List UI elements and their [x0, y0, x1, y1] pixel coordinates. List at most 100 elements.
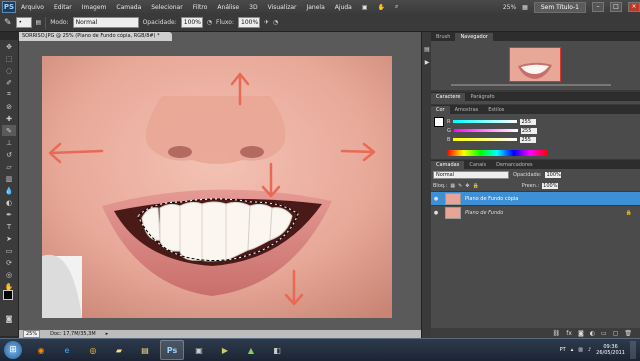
shape-tool-icon[interactable]: ▭: [2, 245, 16, 256]
blur-tool-icon[interactable]: 💧: [2, 185, 16, 196]
red-value[interactable]: 255: [520, 118, 537, 125]
lock-position-icon[interactable]: ✥: [465, 183, 469, 189]
blend-mode-select[interactable]: Normal: [433, 170, 509, 179]
workspace-switcher[interactable]: Sem Título-1: [533, 1, 586, 13]
color-spectrum-bar[interactable]: [447, 150, 547, 156]
3d-orbit-tool-icon[interactable]: ◎: [2, 269, 16, 280]
navigator-zoom-slider[interactable]: [451, 84, 611, 86]
brush-tool-icon[interactable]: ✎: [2, 125, 16, 136]
tab-navegador[interactable]: Navegador: [455, 33, 493, 41]
brush-tool-icon[interactable]: ✎: [4, 18, 12, 28]
tab-caractere[interactable]: Caractere: [431, 93, 466, 101]
minimize-button[interactable]: –: [592, 2, 604, 12]
clock[interactable]: 09:36 26/05/2011: [596, 344, 625, 356]
clone-stamp-tool-icon[interactable]: ⊥: [2, 137, 16, 148]
menu-visualizar[interactable]: Visualizar: [263, 4, 302, 11]
new-group-icon[interactable]: ▭: [601, 330, 607, 337]
lock-pixels-icon[interactable]: ✎: [458, 183, 462, 189]
delete-layer-icon[interactable]: 🗑: [624, 330, 632, 337]
firefox-taskbar-icon[interactable]: ◉: [30, 341, 52, 359]
menu-editar[interactable]: Editar: [49, 4, 77, 11]
tab-cor[interactable]: Cor: [431, 106, 450, 114]
photoshop-taskbar-icon[interactable]: Ps: [160, 340, 184, 360]
type-tool-icon[interactable]: T: [2, 221, 16, 232]
menu-filtro[interactable]: Filtro: [188, 4, 213, 11]
tray-expand-icon[interactable]: ▴: [571, 347, 574, 353]
layer-style-icon[interactable]: fx: [566, 330, 572, 337]
crop-tool-icon[interactable]: ⌗: [2, 89, 16, 100]
new-layer-icon[interactable]: ▢: [613, 330, 619, 337]
quick-selection-tool-icon[interactable]: ✐: [2, 77, 16, 88]
layer-opacity-field[interactable]: 100%: [545, 171, 562, 178]
gradient-tool-icon[interactable]: ▥: [2, 173, 16, 184]
menu-imagem[interactable]: Imagem: [77, 4, 112, 11]
maximize-button[interactable]: □: [610, 2, 622, 12]
launch-bridge-icon[interactable]: ▣: [357, 4, 373, 11]
status-arrow-icon[interactable]: ▸: [106, 331, 109, 337]
lasso-tool-icon[interactable]: ◌: [2, 65, 16, 76]
airbrush-icon[interactable]: ✈: [264, 19, 269, 26]
green-slider[interactable]: [453, 129, 518, 132]
media-taskbar-icon[interactable]: ▶: [214, 341, 236, 359]
path-selection-tool-icon[interactable]: ➤: [2, 233, 16, 244]
document-tab[interactable]: SORRISO.JPG @ 25% (Plano de Fundo cópia,…: [19, 32, 172, 41]
mode-select[interactable]: Normal: [72, 17, 139, 28]
language-indicator[interactable]: PT: [560, 347, 566, 353]
start-button[interactable]: ⊞: [4, 341, 22, 359]
move-tool-icon[interactable]: ✥: [2, 41, 16, 52]
arrange-docs-icon[interactable]: ▦: [522, 4, 528, 11]
flow-field[interactable]: 100%: [238, 17, 260, 28]
blue-value[interactable]: 255: [520, 136, 537, 143]
size-pressure-icon[interactable]: ◔: [273, 19, 278, 26]
brush-preset-picker[interactable]: •: [15, 17, 32, 28]
zoom-level[interactable]: 25%: [503, 4, 516, 11]
layer-row[interactable]: ● Plano de Fundo cópia: [431, 191, 640, 205]
ie-taskbar-icon[interactable]: e: [56, 341, 78, 359]
link-layers-icon[interactable]: ⛓: [553, 330, 561, 337]
tab-brush[interactable]: Brush: [431, 33, 455, 41]
foreground-color-swatch[interactable]: [3, 290, 13, 300]
eye-icon[interactable]: ●: [431, 210, 441, 216]
adjustment-layer-icon[interactable]: ◐: [590, 330, 595, 337]
tab-demarcadores[interactable]: Demarcadores: [491, 161, 537, 169]
tab-paragrafo[interactable]: Parágrafo: [465, 93, 499, 101]
menu-analise[interactable]: Análise: [212, 4, 244, 11]
chrome-taskbar-icon[interactable]: ◎: [82, 341, 104, 359]
marquee-tool-icon[interactable]: ⬚: [2, 53, 16, 64]
hand-icon[interactable]: ✋: [373, 4, 390, 11]
tab-amostras[interactable]: Amostras: [450, 106, 484, 114]
explorer-taskbar-icon[interactable]: ▰: [108, 341, 130, 359]
red-slider[interactable]: [453, 120, 518, 123]
green-value[interactable]: 255: [520, 127, 537, 134]
menu-janela[interactable]: Janela: [301, 4, 329, 11]
show-desktop-button[interactable]: [630, 341, 636, 359]
menu-selecionar[interactable]: Selecionar: [146, 4, 187, 11]
layer-row[interactable]: ● Plano de Fundo 🔒: [431, 205, 640, 219]
tab-camadas[interactable]: Camadas: [431, 161, 465, 169]
app2-taskbar-icon[interactable]: ▲: [240, 341, 262, 359]
tab-canais[interactable]: Canais: [464, 161, 491, 169]
opacity-field[interactable]: 100%: [180, 17, 203, 28]
eraser-tool-icon[interactable]: ▱: [2, 161, 16, 172]
brush-panel-toggle-icon[interactable]: ▤: [36, 19, 42, 26]
blue-slider[interactable]: [453, 138, 518, 141]
healing-brush-tool-icon[interactable]: ✚: [2, 113, 16, 124]
status-zoom-field[interactable]: 25%: [23, 330, 41, 338]
zoom-icon[interactable]: ⌕: [390, 3, 403, 11]
app-taskbar-icon[interactable]: ▣: [188, 341, 210, 359]
history-brush-tool-icon[interactable]: ↺: [2, 149, 16, 160]
navigator-thumbnail[interactable]: [509, 47, 561, 82]
layer-mask-icon[interactable]: ◙: [578, 330, 584, 337]
opacity-pressure-icon[interactable]: ◔: [207, 19, 212, 26]
menu-3d[interactable]: 3D: [244, 4, 262, 11]
network-icon[interactable]: ▥: [578, 347, 583, 353]
volume-icon[interactable]: ♪: [588, 347, 591, 353]
folder-taskbar-icon[interactable]: ▤: [134, 341, 156, 359]
fill-field[interactable]: 100%: [542, 182, 559, 189]
image-canvas[interactable]: [42, 56, 392, 318]
app3-taskbar-icon[interactable]: ◧: [266, 341, 288, 359]
pen-tool-icon[interactable]: ✒: [2, 209, 16, 220]
tab-estilos[interactable]: Estilos: [483, 106, 509, 114]
3d-rotate-tool-icon[interactable]: ⟳: [2, 257, 16, 268]
menu-arquivo[interactable]: Arquivo: [16, 4, 49, 11]
